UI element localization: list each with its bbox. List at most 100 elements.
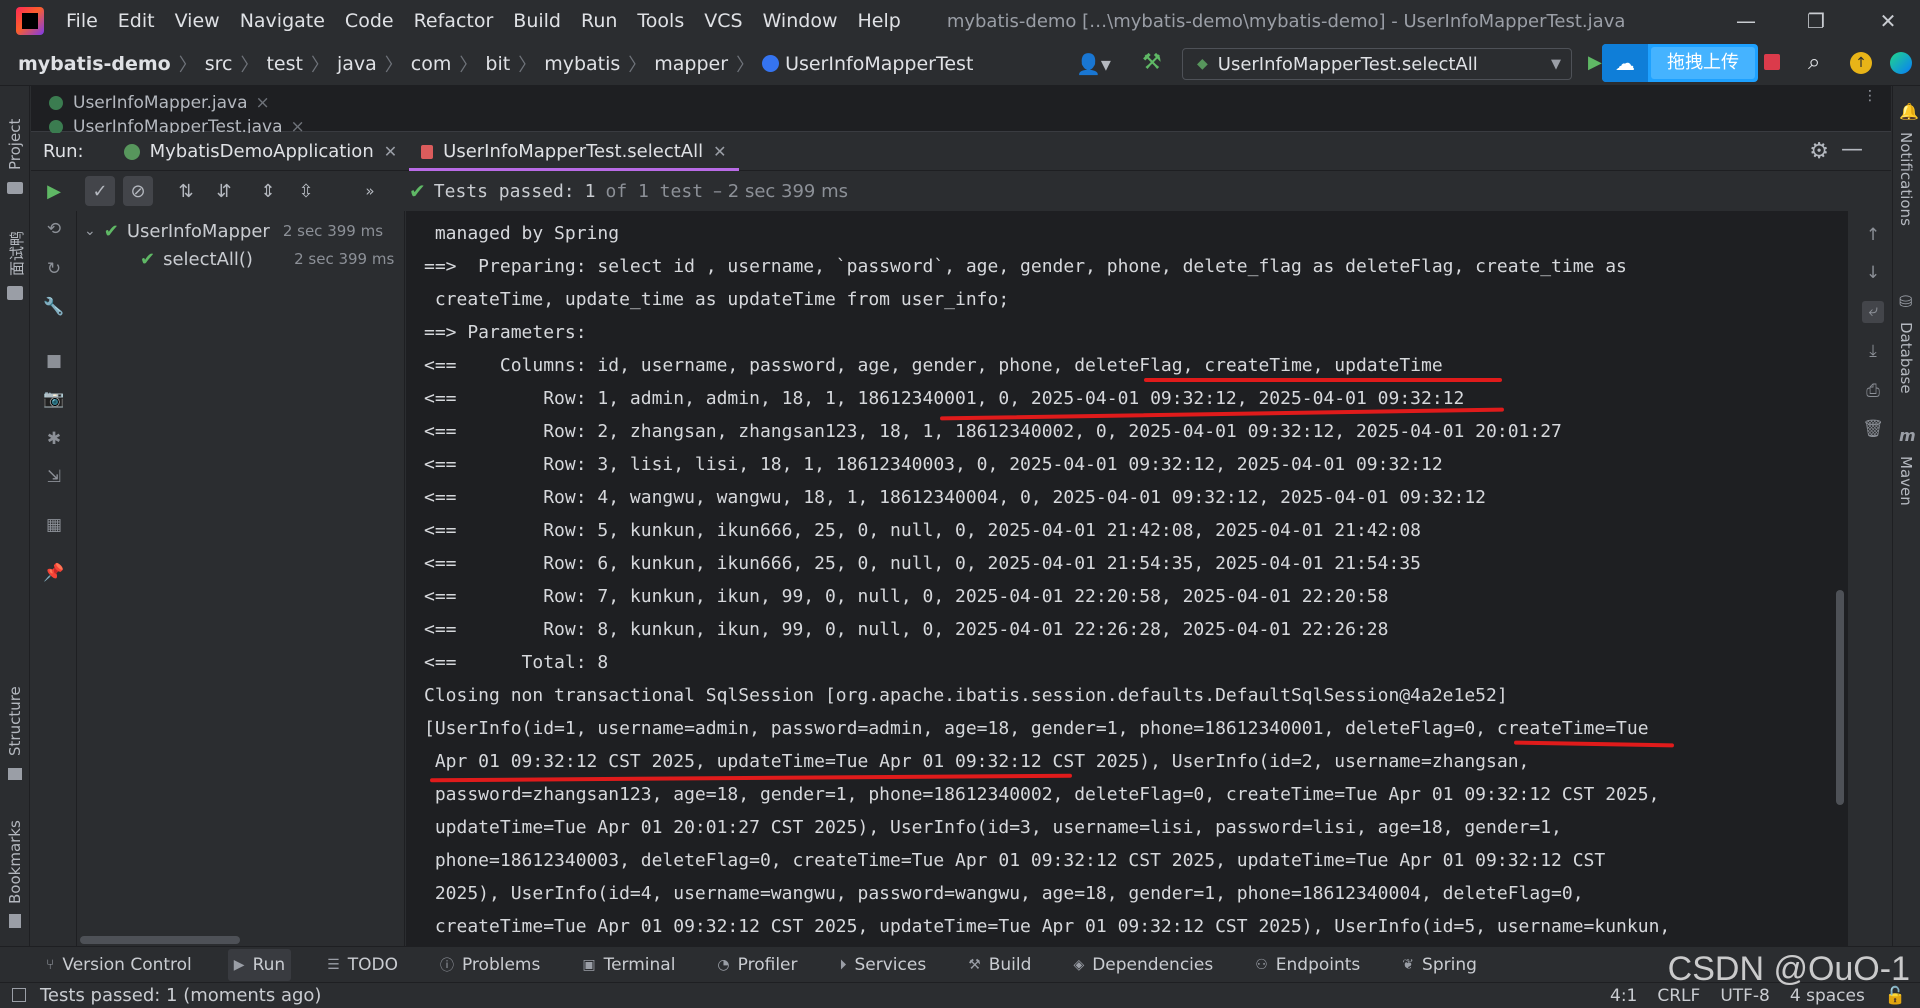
menu-refactor[interactable]: Refactor bbox=[414, 10, 494, 32]
debug-icon[interactable]: ✱ bbox=[43, 429, 65, 451]
interview-tool-label[interactable]: 面试鸭 bbox=[6, 231, 27, 276]
tool-terminal[interactable]: ▣ Terminal bbox=[576, 949, 681, 981]
hide-panel-icon[interactable]: — bbox=[1841, 137, 1863, 162]
camera-icon[interactable]: 📷 bbox=[43, 389, 65, 411]
maven-icon[interactable]: m bbox=[1899, 426, 1916, 445]
interview-plugin-icon[interactable] bbox=[7, 286, 23, 300]
line-separator[interactable]: CRLF bbox=[1657, 986, 1700, 1006]
menu-view[interactable]: View bbox=[175, 10, 220, 32]
menu-file[interactable]: File bbox=[66, 10, 98, 32]
close-icon[interactable]: ✕ bbox=[384, 142, 397, 161]
more-actions-icon[interactable]: » bbox=[355, 176, 385, 206]
file-encoding[interactable]: UTF-8 bbox=[1720, 986, 1770, 1006]
collapse-all-icon[interactable]: ⇳ bbox=[291, 176, 321, 206]
tool-services[interactable]: ⏵ Services bbox=[834, 949, 933, 981]
soft-wrap-icon[interactable]: ⤶ bbox=[1862, 301, 1884, 323]
run-tab-selectall[interactable]: UserInfoMapperTest.selectAll ✕ bbox=[409, 133, 739, 171]
breadcrumb-test[interactable]: test bbox=[266, 53, 303, 75]
tool-build[interactable]: ⚒ Build bbox=[962, 949, 1037, 981]
import-tests-icon[interactable]: ⇲ bbox=[43, 467, 65, 489]
menu-help[interactable]: Help bbox=[857, 10, 900, 32]
close-icon[interactable]: × bbox=[256, 93, 270, 113]
toggle-auto-test-icon[interactable]: ↻ bbox=[43, 259, 65, 281]
trash-icon[interactable]: 🗑 bbox=[1862, 419, 1884, 441]
tool-spring[interactable]: ❦ Spring bbox=[1396, 949, 1483, 981]
breadcrumb-mapper[interactable]: mapper bbox=[654, 53, 728, 75]
arrow-up-icon[interactable]: ↑ bbox=[1862, 225, 1884, 247]
menu-code[interactable]: Code bbox=[345, 10, 394, 32]
indent-setting[interactable]: 4 spaces bbox=[1790, 986, 1865, 1006]
hammer-build-icon[interactable]: ⚒ bbox=[1142, 50, 1162, 75]
tool-run[interactable]: ▶ Run bbox=[227, 948, 292, 981]
editor-tab-userinfomapper[interactable]: UserInfoMapper.java × bbox=[49, 92, 270, 114]
gear-icon[interactable]: ⚙ bbox=[1809, 139, 1829, 164]
user-icon[interactable]: 👤▾ bbox=[1076, 52, 1111, 76]
minimize-icon[interactable]: — bbox=[1716, 6, 1776, 36]
pin-icon[interactable]: 📌 bbox=[43, 563, 65, 585]
notifications-tool-label[interactable]: Notifications bbox=[1897, 132, 1915, 226]
menu-build[interactable]: Build bbox=[513, 10, 561, 32]
run-tab-mybatisdemoapplication[interactable]: MybatisDemoApplication ✕ bbox=[112, 133, 410, 171]
console-output[interactable]: managed by Spring ==> Preparing: select … bbox=[406, 211, 1848, 946]
menu-tools[interactable]: Tools bbox=[637, 10, 684, 32]
expand-all-icon[interactable]: ⇕ bbox=[253, 176, 283, 206]
caret-position[interactable]: 4:1 bbox=[1610, 986, 1637, 1006]
tree-row-test-method[interactable]: ✔ selectAll() 2 sec 399 ms bbox=[140, 245, 394, 273]
rerun-failed-icon[interactable]: ⟲ bbox=[43, 219, 65, 241]
breadcrumb-mybatis[interactable]: mybatis bbox=[544, 53, 620, 75]
more-vertical-icon[interactable]: ⋮ bbox=[1863, 88, 1877, 104]
tool-problems[interactable]: ⓘ Problems bbox=[434, 949, 546, 981]
show-ignored-icon[interactable]: ⊘ bbox=[123, 176, 153, 206]
breadcrumb-project[interactable]: mybatis-demo bbox=[18, 53, 171, 75]
upload-widget[interactable]: ☁ 拖拽上传 bbox=[1602, 44, 1758, 82]
structure-tool-label[interactable]: Structure bbox=[6, 686, 24, 756]
search-icon[interactable]: ⌕ bbox=[1808, 50, 1820, 75]
tool-dependencies[interactable]: ◈ Dependencies bbox=[1067, 949, 1219, 981]
bookmark-icon[interactable] bbox=[9, 914, 21, 928]
status-square-icon[interactable] bbox=[12, 988, 26, 1002]
horizontal-scrollbar[interactable] bbox=[80, 936, 240, 944]
breadcrumb-com[interactable]: com bbox=[411, 53, 452, 75]
menu-run[interactable]: Run bbox=[581, 10, 617, 32]
breadcrumb-src[interactable]: src bbox=[205, 53, 233, 75]
sort-by-duration-icon[interactable]: ⇵ bbox=[209, 176, 239, 206]
breadcrumb-java[interactable]: java bbox=[337, 53, 377, 75]
stop-gray-icon[interactable]: ■ bbox=[43, 351, 65, 373]
menu-window[interactable]: Window bbox=[763, 10, 838, 32]
layout-icon[interactable]: ▦ bbox=[43, 515, 65, 537]
tool-version-control[interactable]: ⑂ Version Control bbox=[40, 949, 198, 981]
maven-tool-label[interactable]: Maven bbox=[1897, 456, 1915, 506]
close-icon[interactable]: ✕ bbox=[713, 142, 726, 161]
structure-icon[interactable] bbox=[8, 768, 22, 780]
status-text[interactable]: Tests passed: 1 (moments ago) bbox=[40, 985, 321, 1006]
breadcrumb-bit[interactable]: bit bbox=[485, 53, 510, 75]
menu-edit[interactable]: Edit bbox=[118, 10, 155, 32]
breadcrumb-current-class[interactable]: UserInfoMapperTest bbox=[785, 53, 973, 75]
sort-alphabetically-icon[interactable]: ⇅ bbox=[171, 176, 201, 206]
update-icon[interactable]: ↑ bbox=[1850, 52, 1872, 74]
bell-icon[interactable]: 🔔 bbox=[1899, 102, 1919, 121]
menu-navigate[interactable]: Navigate bbox=[240, 10, 325, 32]
stop-icon[interactable] bbox=[1764, 54, 1780, 70]
folder-icon[interactable] bbox=[7, 182, 23, 194]
rerun-icon[interactable]: ▶ bbox=[39, 176, 69, 206]
jetbrains-toolbox-icon[interactable] bbox=[1890, 52, 1912, 74]
database-icon[interactable]: ⛁ bbox=[1899, 292, 1912, 311]
run-icon[interactable]: ▶ bbox=[1588, 52, 1602, 73]
tool-profiler[interactable]: ◔ Profiler bbox=[711, 949, 803, 981]
arrow-down-icon[interactable]: ↓ bbox=[1862, 263, 1884, 285]
database-tool-label[interactable]: Database bbox=[1897, 322, 1915, 394]
menu-vcs[interactable]: VCS bbox=[704, 10, 742, 32]
close-window-icon[interactable]: ✕ bbox=[1858, 6, 1918, 36]
tool-todo[interactable]: ☰ TODO bbox=[321, 949, 404, 981]
lock-icon[interactable]: 🔓 bbox=[1885, 986, 1906, 1006]
vertical-scrollbar[interactable] bbox=[1836, 590, 1844, 805]
scroll-to-end-icon[interactable]: ⤓ bbox=[1862, 341, 1884, 363]
show-passed-icon[interactable]: ✓ bbox=[85, 176, 115, 206]
chevron-down-icon[interactable]: ⌄ bbox=[84, 223, 96, 239]
tree-row-test-class[interactable]: ⌄ ✔ UserInfoMapper 2 sec 399 ms bbox=[84, 217, 383, 245]
bookmarks-tool-label[interactable]: Bookmarks bbox=[6, 820, 24, 904]
print-icon[interactable]: ⎙ bbox=[1862, 381, 1884, 403]
run-configuration-selector[interactable]: ◆ UserInfoMapperTest.selectAll ▼ bbox=[1182, 48, 1572, 80]
restore-icon[interactable]: ❐ bbox=[1786, 6, 1846, 36]
